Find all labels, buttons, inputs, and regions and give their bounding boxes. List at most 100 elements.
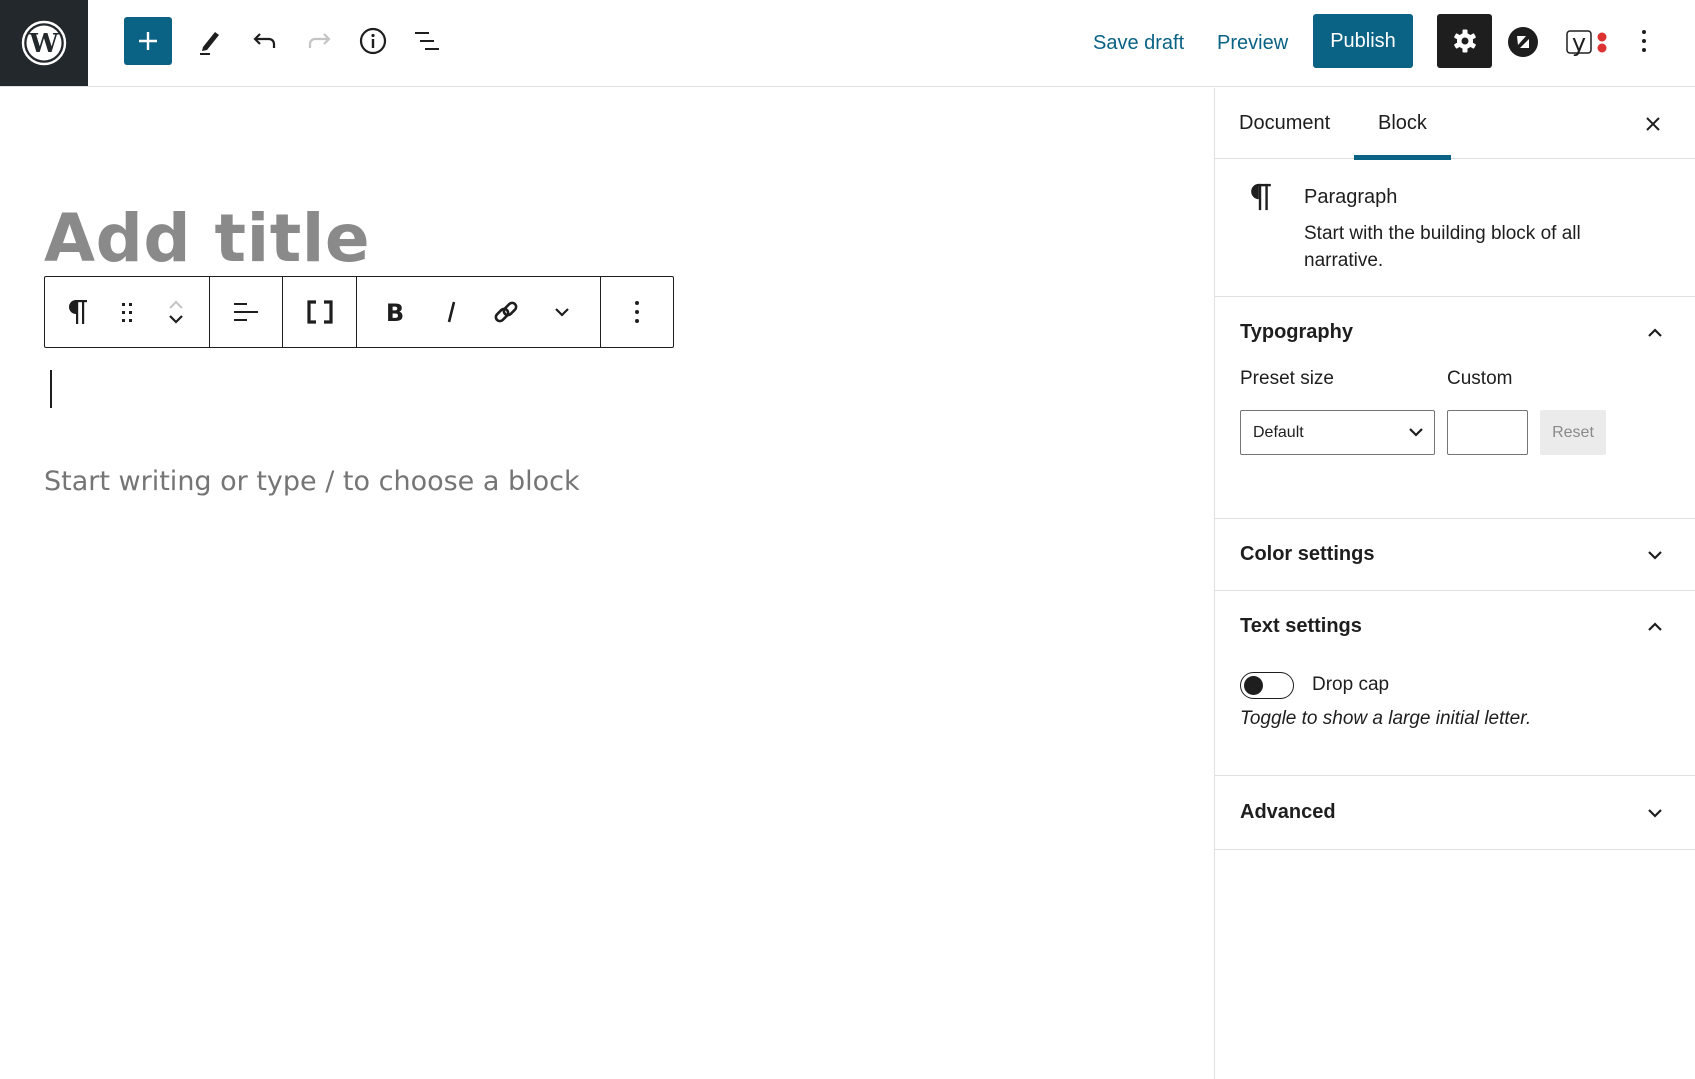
settings-toggle-button[interactable]: [1437, 14, 1492, 68]
move-block-buttons[interactable]: [156, 277, 196, 347]
save-draft-button[interactable]: Save draft: [1093, 18, 1184, 68]
chevron-up-icon: [1643, 321, 1667, 345]
tab-document[interactable]: Document: [1239, 88, 1330, 159]
bold-icon: B: [386, 299, 404, 325]
chevron-up-icon: [1643, 615, 1667, 639]
undo-button[interactable]: [243, 19, 287, 63]
panel-typography: Typography Preset size Custom Default Re…: [1215, 297, 1695, 519]
jetpack-icon: [1508, 27, 1538, 57]
link-icon: [494, 301, 518, 323]
panel-color-settings: Color settings: [1215, 519, 1695, 591]
block-icon: [1249, 181, 1273, 218]
info-icon: [359, 27, 387, 55]
panel-advanced: Advanced: [1215, 776, 1695, 850]
svg-text:W: W: [28, 29, 59, 59]
link-button[interactable]: [483, 277, 529, 347]
chevron-down-icon: [555, 308, 569, 317]
more-rich-text-button[interactable]: [539, 277, 585, 347]
panel-text-settings: Text settings Drop cap Toggle to show a …: [1215, 591, 1695, 776]
gear-icon: [1453, 29, 1476, 53]
settings-sidebar: Document Block Paragraph Start with the …: [1214, 88, 1695, 1079]
tab-block[interactable]: Block: [1354, 88, 1451, 160]
drop-cap-help: Toggle to show a large initial letter.: [1240, 708, 1532, 729]
toolbar-group-block: [45, 277, 210, 347]
yoast-seo-button[interactable]: y: [1563, 20, 1613, 64]
text-settings-panel-toggle[interactable]: Text settings: [1215, 591, 1695, 662]
align-left-icon: [234, 303, 258, 321]
more-vertical-icon: [1642, 30, 1646, 52]
drop-cap-toggle[interactable]: [1240, 672, 1294, 699]
post-title-input[interactable]: Add title: [44, 200, 370, 277]
block-navigation-button[interactable]: [405, 19, 449, 63]
wordpress-logo-icon: W: [21, 20, 67, 66]
wordpress-logo-button[interactable]: W: [0, 0, 88, 86]
toolbar-group-width: [283, 277, 357, 347]
svg-text:B: B: [386, 299, 404, 325]
drop-cap-label: Drop cap: [1312, 674, 1390, 695]
paragraph-icon: [1251, 183, 1271, 211]
preset-size-label: Preset size: [1240, 368, 1334, 389]
block-options-button[interactable]: [612, 277, 662, 347]
panel-title: Color settings: [1240, 543, 1375, 565]
redo-icon: [308, 33, 331, 48]
color-settings-panel-toggle[interactable]: Color settings: [1215, 519, 1695, 590]
custom-size-input[interactable]: [1447, 410, 1528, 455]
typography-panel-toggle[interactable]: Typography: [1215, 297, 1695, 368]
reset-size-button[interactable]: Reset: [1540, 410, 1606, 455]
editor-header: W Save draft Preview Publish y: [0, 0, 1695, 87]
pencil-icon: [200, 32, 219, 55]
paragraph-icon: [68, 300, 87, 324]
undo-icon: [253, 33, 276, 48]
preview-button[interactable]: Preview: [1217, 18, 1288, 68]
toolbar-group-format: B: [357, 277, 601, 347]
redo-button[interactable]: [297, 19, 341, 63]
move-up-icon: [169, 300, 184, 309]
block-description: Start with the building block of all nar…: [1304, 223, 1581, 271]
content-info-button[interactable]: [351, 19, 395, 63]
block-name: Paragraph: [1304, 186, 1398, 208]
chevron-down-icon: [1643, 543, 1667, 567]
panel-title: Text settings: [1240, 615, 1362, 637]
preset-size-select[interactable]: Default: [1240, 410, 1435, 455]
jetpack-button[interactable]: [1501, 20, 1545, 64]
toggle-knob: [1244, 676, 1263, 695]
more-vertical-icon: [635, 301, 639, 323]
publish-button[interactable]: Publish: [1313, 14, 1413, 68]
italic-icon: [447, 301, 455, 323]
align-button[interactable]: [221, 277, 271, 347]
drag-handle-icon: [121, 303, 132, 322]
text-settings-body: Drop cap Toggle to show a large initial …: [1215, 662, 1695, 775]
close-sidebar-button[interactable]: [1639, 110, 1667, 138]
block-toolbar: B: [44, 276, 674, 348]
full-width-button[interactable]: [295, 277, 345, 347]
italic-button[interactable]: [428, 277, 474, 347]
list-view-icon: [415, 32, 439, 50]
sidebar-tabs: Document Block: [1215, 88, 1695, 160]
plus-icon: [139, 32, 157, 50]
drag-handle-button[interactable]: [107, 277, 147, 347]
bold-button[interactable]: B: [372, 277, 418, 347]
chevron-down-icon: [1643, 801, 1667, 825]
block-type-button[interactable]: [58, 277, 98, 347]
move-down-icon: [169, 315, 184, 324]
custom-size-label: Custom: [1447, 368, 1513, 389]
fullwidth-brackets-icon: [306, 300, 333, 324]
close-icon: [1646, 117, 1660, 131]
editor-canvas: Add title B Start writing or type / to c…: [0, 88, 1214, 1079]
panel-title: Advanced: [1240, 801, 1336, 823]
tools-button[interactable]: [188, 19, 232, 63]
toolbar-group-options: [601, 277, 673, 347]
typography-body: Preset size Custom Default Reset: [1215, 368, 1695, 518]
chevron-down-icon: [1406, 422, 1426, 447]
block-card: Paragraph Start with the building block …: [1215, 159, 1695, 297]
block-inserter-button[interactable]: [124, 17, 172, 65]
block-appender-placeholder[interactable]: Start writing or type / to choose a bloc…: [44, 466, 580, 497]
more-menu-button[interactable]: [1622, 19, 1666, 63]
preset-size-value: Default: [1253, 423, 1304, 441]
panel-title: Typography: [1240, 321, 1353, 343]
text-caret: [50, 370, 52, 408]
svg-text:y: y: [1572, 29, 1586, 57]
toolbar-group-align: [210, 277, 283, 347]
advanced-panel-toggle[interactable]: Advanced: [1215, 776, 1695, 849]
yoast-icon: y: [1566, 29, 1607, 57]
